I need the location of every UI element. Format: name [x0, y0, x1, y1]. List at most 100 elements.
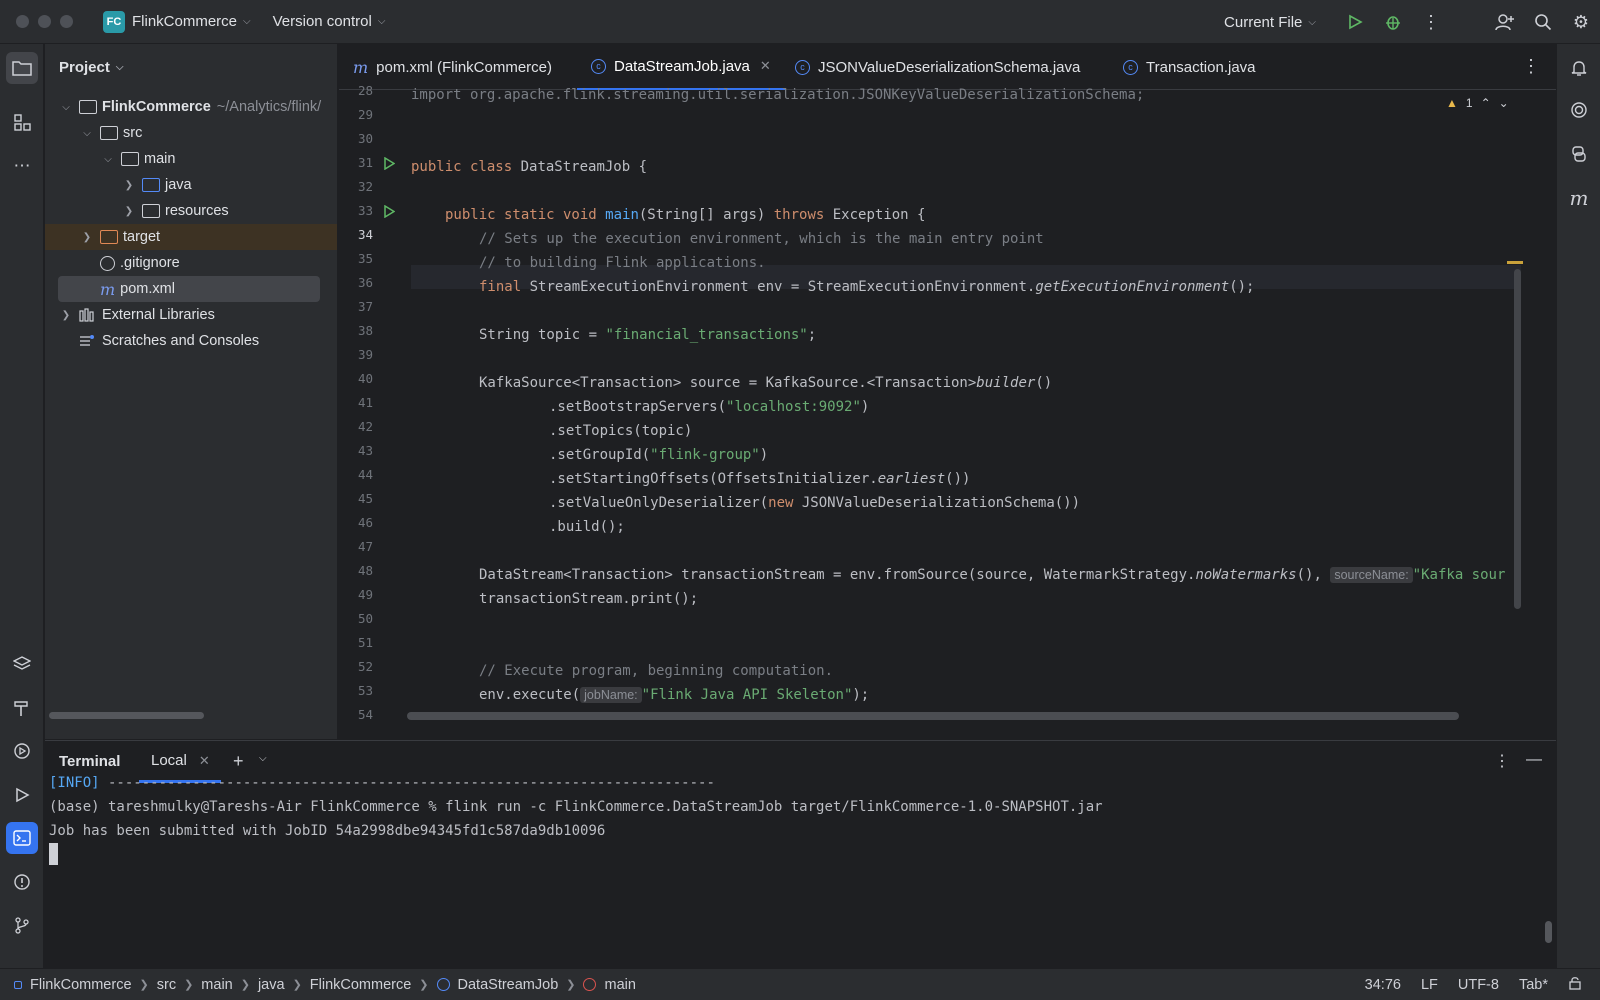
close-icon[interactable]: ✕ — [199, 753, 210, 769]
line-number: 32 — [357, 179, 373, 194]
ignore-file-icon — [100, 255, 115, 271]
line-number: 28 — [357, 83, 373, 98]
project-tool-icon[interactable] — [6, 52, 38, 84]
code-line-28: import org.apache.flink.streaming.util.s… — [411, 87, 1145, 103]
line-separator[interactable]: LF — [1421, 977, 1438, 993]
add-user-icon[interactable] — [1486, 0, 1524, 44]
editor-vertical-scrollbar[interactable] — [1514, 269, 1521, 609]
git-branch-icon[interactable] — [6, 909, 38, 941]
bug-icon[interactable] — [1374, 0, 1412, 44]
run-tool-icon[interactable] — [6, 779, 38, 811]
terminal-vertical-scrollbar[interactable] — [1545, 921, 1552, 943]
code-line-46: .build(); — [549, 519, 625, 535]
minimize-window-button[interactable] — [38, 15, 51, 28]
excluded-folder-icon — [100, 230, 118, 244]
notifications-bell-icon[interactable] — [1563, 52, 1595, 84]
more-vertical-icon[interactable]: ⋮ — [1412, 0, 1450, 44]
layers-icon[interactable] — [6, 648, 38, 680]
editor-horizontal-scrollbar[interactable] — [407, 712, 1459, 720]
folder-icon — [100, 126, 118, 140]
project-horizontal-scrollbar[interactable] — [49, 712, 204, 719]
file-encoding[interactable]: UTF-8 — [1458, 977, 1499, 993]
terminal-tool-icon[interactable] — [6, 822, 38, 854]
run-gutter-icon[interactable] — [383, 156, 396, 173]
build-hammer-icon[interactable] — [6, 692, 38, 724]
close-icon[interactable]: ✕ — [760, 58, 771, 74]
tree-item-target[interactable]: ❯ target — [45, 224, 337, 250]
python-icon[interactable] — [1563, 138, 1595, 170]
search-icon[interactable] — [1524, 0, 1562, 44]
terminal-line: [INFO] ---------------------------------… — [49, 775, 715, 791]
breadcrumb-item[interactable]: main — [604, 977, 635, 993]
maven-icon[interactable]: m — [1563, 182, 1595, 214]
tree-item-resources[interactable]: ❯ resources — [45, 198, 337, 224]
window-controls[interactable] — [16, 15, 73, 28]
chevron-right-icon[interactable]: ❯ — [59, 310, 73, 321]
terminal-output[interactable]: [INFO] ---------------------------------… — [45, 771, 1545, 961]
code-line-40: KafkaSource<Transaction> source = KafkaS… — [479, 375, 1053, 391]
warning-stripe-marker[interactable] — [1507, 261, 1523, 264]
line-number: 38 — [357, 323, 373, 338]
run-gutter-icon[interactable] — [383, 204, 396, 221]
chevron-down-icon[interactable]: ⌵ — [259, 753, 267, 764]
chevron-down-icon: ⌵ — [243, 16, 251, 27]
code-area[interactable]: import org.apache.flink.streaming.util.s… — [411, 87, 1521, 739]
chevron-right-icon[interactable]: ❯ — [122, 180, 136, 191]
chevron-right-icon[interactable]: ❯ — [122, 206, 136, 217]
tree-item-java[interactable]: ❯ java — [45, 172, 337, 198]
chevron-down-icon[interactable]: ⌵ — [59, 102, 73, 113]
tree-item-flinkcommerce[interactable]: ⌵ FlinkCommerce ~/Analytics/flink/ — [45, 94, 337, 120]
breadcrumb-item[interactable]: DataStreamJob — [458, 977, 559, 993]
more-vertical-icon[interactable]: ⋮ — [1522, 56, 1540, 77]
problems-icon[interactable] — [6, 866, 38, 898]
tree-item-external-libraries[interactable]: ❯ External Libraries — [45, 302, 337, 328]
breadcrumb-item[interactable]: FlinkCommerce — [310, 977, 412, 993]
tree-item-label: main — [144, 151, 176, 167]
structure-tool-icon[interactable] — [6, 106, 38, 138]
line-number: 53 — [357, 683, 373, 698]
tree-item-main[interactable]: ⌵ main — [45, 146, 337, 172]
close-window-button[interactable] — [16, 15, 29, 28]
tree-item-label: resources — [165, 203, 229, 219]
project-selector[interactable]: FlinkCommerce ⌵ — [132, 13, 251, 30]
terminal-tab-label: Local — [151, 752, 187, 769]
caret-position[interactable]: 34:76 — [1365, 977, 1401, 993]
tree-item-label: External Libraries — [102, 307, 215, 323]
editor-area: m pom.xml (FlinkCommerce) c DataStreamJo… — [339, 44, 1556, 739]
chevron-right-icon[interactable]: ❯ — [80, 232, 94, 243]
zoom-window-button[interactable] — [60, 15, 73, 28]
tree-item-label: src — [123, 125, 143, 141]
ai-assistant-icon[interactable] — [1563, 94, 1595, 126]
tree-item-label: Scratches and Consoles — [102, 333, 260, 349]
play-icon[interactable] — [1336, 0, 1374, 44]
version-control-menu[interactable]: Version control ⌵ — [273, 13, 386, 30]
run-config-selector[interactable]: Current File ⌵ — [1224, 14, 1316, 31]
tree-item-pom[interactable]: m pom.xml — [58, 276, 320, 302]
breadcrumb-item[interactable]: src — [157, 977, 176, 993]
lock-icon[interactable] — [1568, 976, 1582, 994]
minimize-icon[interactable]: — — [1526, 751, 1542, 769]
line-number: 51 — [357, 635, 373, 650]
indent-setting[interactable]: Tab* — [1519, 977, 1548, 993]
terminal-line: (base) tareshmulky@Tareshs-Air FlinkComm… — [49, 799, 1103, 815]
project-badge[interactable]: FC — [103, 10, 125, 33]
line-number: 46 — [357, 515, 373, 530]
more-vertical-icon[interactable]: ⋮ — [1494, 751, 1510, 771]
tree-item-src[interactable]: ⌵ src — [45, 120, 337, 146]
plus-icon[interactable]: + — [233, 751, 244, 772]
services-icon[interactable] — [6, 735, 38, 767]
gear-icon[interactable]: ⚙ — [1562, 0, 1600, 44]
breadcrumb-item[interactable]: main — [201, 977, 232, 993]
breadcrumb-item[interactable]: FlinkCommerce — [30, 977, 132, 993]
project-panel-title: Project — [59, 58, 110, 76]
chevron-down-icon[interactable]: ⌵ — [101, 154, 115, 165]
project-panel-header[interactable]: Project ⌵ — [45, 44, 337, 90]
tree-item-gitignore[interactable]: .gitignore — [45, 250, 337, 276]
chevron-down-icon[interactable]: ⌵ — [80, 128, 94, 139]
code-line-48: DataStream<Transaction> transactionStrea… — [479, 567, 1506, 583]
more-tools-icon[interactable]: ⋯ — [6, 150, 38, 182]
tree-item-scratches[interactable]: Scratches and Consoles — [45, 328, 337, 354]
chevron-down-icon: ⌵ — [1308, 16, 1316, 28]
breadcrumb-item[interactable]: java — [258, 977, 285, 993]
class-file-icon: c — [1123, 59, 1138, 75]
